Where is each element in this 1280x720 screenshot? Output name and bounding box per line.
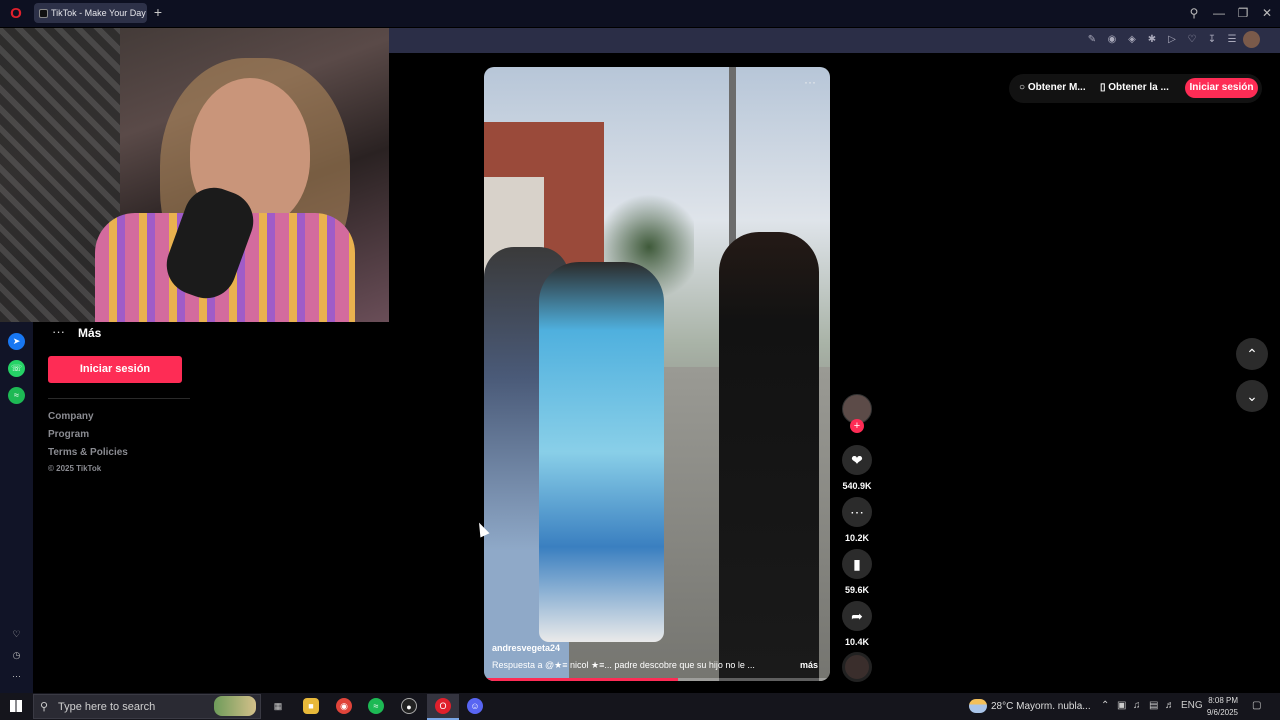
file-explorer-icon[interactable]: ■ xyxy=(303,698,319,714)
footer-link-program[interactable]: Program xyxy=(48,429,89,440)
messenger-icon[interactable]: ➤ xyxy=(8,333,25,350)
comment-icon: ⋯ xyxy=(850,504,864,520)
comment-count: 10.2K xyxy=(844,533,870,543)
whatsapp-icon[interactable]: ☏ xyxy=(8,360,25,377)
extensions-icon[interactable]: ✱ xyxy=(1145,33,1159,47)
get-app-label-2: Obtener la ... xyxy=(1108,82,1169,93)
clock-date[interactable]: 9/6/2025 xyxy=(1200,708,1238,717)
favorites-icon[interactable]: ♡ xyxy=(8,626,25,643)
footer-link-company[interactable]: Company xyxy=(48,411,94,422)
tiktok-favicon-icon xyxy=(39,9,48,19)
new-tab-button[interactable]: + xyxy=(151,4,165,20)
get-app-label-1: Obtener M... xyxy=(1027,82,1086,93)
share-count: 10.4K xyxy=(844,637,870,647)
previous-video-button[interactable]: ⌃ xyxy=(1236,338,1268,370)
save-button[interactable]: ▮ xyxy=(842,549,872,579)
like-button[interactable]: ❤ xyxy=(842,445,872,475)
chevron-down-icon: ⌄ xyxy=(1246,388,1258,404)
video-person-center xyxy=(539,262,664,642)
close-window-button[interactable]: ✕ xyxy=(1256,3,1278,23)
network-icon[interactable]: ▤ xyxy=(1149,700,1158,711)
shield-icon[interactable]: ◈ xyxy=(1125,33,1139,47)
get-coins-icon: ○ xyxy=(1019,82,1028,93)
get-app-button-2[interactable]: ▯ Obtener la ... xyxy=(1100,82,1169,93)
tab-title: TikTok - Make Your Day xyxy=(51,8,146,18)
opera-taskbar-icon[interactable]: O xyxy=(435,698,451,714)
download-icon[interactable]: ↧ xyxy=(1205,33,1219,47)
more-dots-icon[interactable]: ··· xyxy=(52,324,65,339)
get-app-button-1[interactable]: ○ Obtener M... xyxy=(1019,82,1086,93)
microphone-icon[interactable]: ♫ xyxy=(1133,700,1141,711)
minimize-button[interactable]: — xyxy=(1208,3,1230,23)
chrome-icon[interactable]: ◉ xyxy=(336,698,352,714)
menu-divider xyxy=(48,398,190,399)
play-icon[interactable]: ▷ xyxy=(1165,33,1179,47)
spotify-icon[interactable]: ≈ xyxy=(8,387,25,404)
windows-start-icon[interactable] xyxy=(10,700,22,712)
spotify-taskbar-icon[interactable]: ≈ xyxy=(368,698,384,714)
heart-icon: ❤ xyxy=(851,452,863,468)
weather-text[interactable]: 28°C Mayorm. nubla... xyxy=(991,701,1091,712)
opera-logo-icon[interactable]: O xyxy=(6,5,26,23)
obs-icon[interactable]: ● xyxy=(401,698,417,714)
browser-search-icon[interactable]: ⚲ xyxy=(1183,3,1205,23)
heart-outline-icon[interactable]: ♡ xyxy=(1185,33,1199,47)
volume-icon[interactable]: ♬ xyxy=(1165,700,1175,711)
music-disc[interactable] xyxy=(842,652,872,682)
taskbar-search-placeholder: Type here to search xyxy=(58,701,156,713)
video-author[interactable]: andresvegeta24 xyxy=(492,643,560,653)
history-icon[interactable]: ◷ xyxy=(8,647,25,664)
notifications-icon[interactable]: ▢ xyxy=(1252,700,1261,711)
discord-icon[interactable]: ☺ xyxy=(467,698,483,714)
camera-icon[interactable]: ◉ xyxy=(1105,33,1119,47)
video-options-icon[interactable]: ··· xyxy=(804,75,816,89)
footer-link-terms[interactable]: Terms & Policies xyxy=(48,447,128,458)
login-button-sidebar[interactable]: Iniciar sesión xyxy=(48,356,182,383)
browser-tab-bar xyxy=(0,0,1280,27)
sidebar-item-more[interactable]: Más xyxy=(78,326,101,340)
comment-button[interactable]: ⋯ xyxy=(842,497,872,527)
video-player[interactable]: ··· andresvegeta24 Respuesta a @★≡ nicol… xyxy=(484,67,830,681)
video-progress-fill xyxy=(484,678,678,681)
save-count: 59.6K xyxy=(844,585,870,595)
share-button[interactable]: ➦ xyxy=(842,601,872,631)
search-highlight-image xyxy=(214,696,256,716)
like-count: 540.9K xyxy=(842,481,872,491)
edit-icon[interactable]: ✎ xyxy=(1085,33,1099,47)
bookmark-icon: ▮ xyxy=(853,556,861,572)
caption-more-link[interactable]: más xyxy=(800,660,818,670)
weather-cloud-icon[interactable] xyxy=(969,699,987,713)
menu-icon[interactable]: ☰ xyxy=(1225,33,1239,47)
tray-app-icon[interactable]: ▣ xyxy=(1117,700,1126,711)
video-caption: Respuesta a @★≡ nicol ★≡... padre descob… xyxy=(492,660,755,670)
webcam-overlay xyxy=(0,28,389,322)
task-view-icon[interactable]: ▦ xyxy=(270,698,286,714)
restore-button[interactable]: ❐ xyxy=(1232,3,1254,23)
profile-avatar[interactable] xyxy=(1243,31,1260,48)
chevron-up-icon: ⌃ xyxy=(1246,346,1258,362)
browser-tab-tiktok[interactable]: TikTok - Make Your Day xyxy=(34,3,147,23)
sidebar-more-icon[interactable]: ⋯ xyxy=(8,668,25,685)
copyright-text: © 2025 TikTok xyxy=(48,464,102,473)
tray-expand-icon[interactable]: ⌃ xyxy=(1101,700,1109,711)
follow-button[interactable]: + xyxy=(850,419,864,433)
search-icon: ⚲ xyxy=(40,701,49,713)
share-icon: ➦ xyxy=(851,608,863,624)
clock-time[interactable]: 8:08 PM xyxy=(1206,696,1238,705)
login-button-top[interactable]: Iniciar sesión xyxy=(1185,78,1258,98)
next-video-button[interactable]: ⌄ xyxy=(1236,380,1268,412)
video-person-right xyxy=(719,232,819,681)
